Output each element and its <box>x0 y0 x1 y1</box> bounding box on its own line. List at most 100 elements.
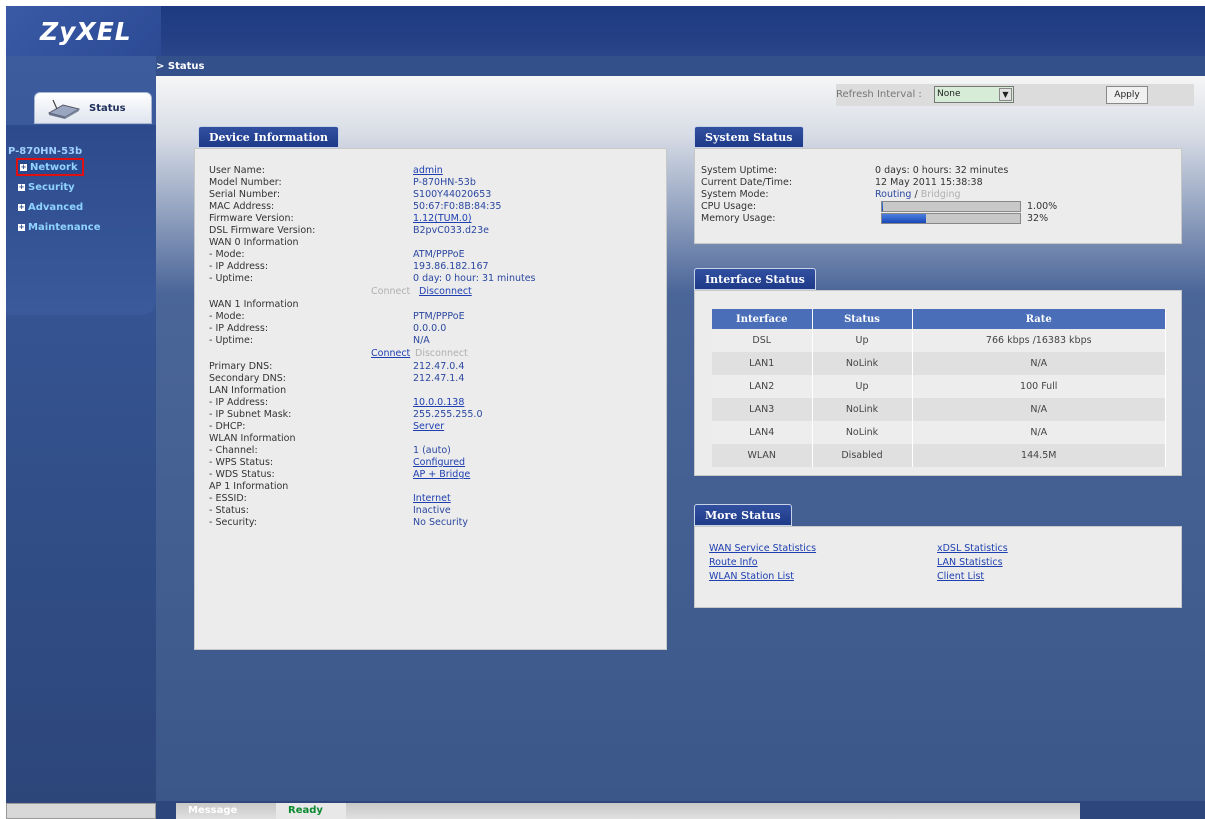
sidebar-item-label: Network <box>30 161 78 173</box>
mode-separator: / <box>911 189 921 200</box>
expand-icon: + <box>18 222 25 231</box>
interface-table: Interface Status Rate DSL Up 766 kbps /163… <box>712 309 1166 467</box>
table-row: LAN1 NoLink N/A <box>712 352 1166 375</box>
device-info-link[interactable]: admin <box>413 165 443 177</box>
datetime-label: Current Date/Time: <box>701 177 793 188</box>
cpu-usage-label: CPU Usage: <box>701 201 757 212</box>
device-info-label: AP 1 Information <box>209 481 289 492</box>
device-info-label: Primary DNS: <box>209 361 273 372</box>
more-status-panel: WAN Service Statistics xDSL Statistics R… <box>694 526 1182 608</box>
logo: ZyXEL <box>6 6 161 56</box>
device-info-link[interactable]: 1.12(TUM.0) <box>413 213 472 225</box>
system-status-panel: System Uptime: 0 days: 0 hours: 32 minut… <box>694 148 1182 244</box>
device-info-label: MAC Address: <box>209 201 275 212</box>
sidebar: Status P-870HN-53b + Network + Security … <box>6 56 156 819</box>
message-tab: Ready <box>276 803 346 819</box>
table-cell: NoLink <box>812 352 913 375</box>
table-cell: Up <box>812 375 913 398</box>
system-mode-value: Routing / Bridging <box>875 189 961 200</box>
device-info-label: - DHCP: <box>209 421 246 432</box>
device-info-value: 212.47.0.4 <box>413 361 465 372</box>
refresh-interval-select[interactable]: None ▼ <box>934 86 1014 103</box>
lan-statistics-link[interactable]: LAN Statistics <box>937 557 1003 568</box>
route-info-link[interactable]: Route Info <box>709 557 758 568</box>
refresh-bar: Refresh Interval : None ▼ Apply <box>836 84 1194 106</box>
router-icon <box>47 99 81 119</box>
table-cell: WLAN <box>712 444 813 467</box>
table-cell: 766 kbps /16383 kbps <box>912 329 1166 352</box>
interface-status-title: Interface Status <box>694 268 816 290</box>
wlan-station-list-link[interactable]: WLAN Station List <box>709 571 794 582</box>
mode-routing: Routing <box>875 189 912 200</box>
device-info-value: 1 (auto) <box>413 445 451 456</box>
memory-usage-bar <box>881 213 1021 224</box>
device-info-label: - WPS Status: <box>209 457 274 468</box>
logo-text: ZyXEL <box>40 17 132 46</box>
message-value: Ready <box>288 805 323 816</box>
system-mode-label: System Mode: <box>701 189 769 200</box>
bottom-bar: Message Ready <box>6 801 1205 819</box>
refresh-interval-label: Refresh Interval : <box>836 89 922 100</box>
table-header-row: Interface Status Rate <box>712 309 1166 329</box>
device-info-label: - IP Address: <box>209 397 269 408</box>
datetime-value: 12 May 2011 15:38:38 <box>875 177 983 188</box>
device-info-label: - IP Subnet Mask: <box>209 409 292 420</box>
device-info-title: Device Information <box>198 126 340 148</box>
device-info-label: - IP Address: <box>209 261 269 272</box>
sidebar-item-network[interactable]: + Network <box>16 158 84 176</box>
device-info-link[interactable]: Internet <box>413 493 451 505</box>
chevron-down-icon[interactable]: ▼ <box>999 88 1012 101</box>
table-cell: N/A <box>912 421 1166 444</box>
wan0-disconnect-button[interactable]: Disconnect <box>419 286 472 298</box>
table-cell: LAN2 <box>712 375 813 398</box>
table-row: LAN4 NoLink N/A <box>712 421 1166 444</box>
table-row: WLAN Disabled 144.5M <box>712 444 1166 467</box>
device-info-label: - WDS Status: <box>209 469 275 480</box>
more-status-title: More Status <box>694 504 792 526</box>
sidebar-item-maintenance[interactable]: + Maintenance <box>18 220 101 234</box>
sidebar-item-security[interactable]: + Security <box>18 180 75 194</box>
sidebar-item-advanced[interactable]: + Advanced <box>18 200 83 214</box>
wan1-connect-button[interactable]: Connect <box>371 348 410 360</box>
device-info-value: Inactive <box>413 505 451 516</box>
table-cell: LAN4 <box>712 421 813 444</box>
device-info-value: P-870HN-53b <box>413 177 476 188</box>
mode-bridging: Bridging <box>920 189 961 200</box>
device-info-panel: User Name: admin Model Number: P-870HN-53b S… <box>194 148 667 650</box>
device-info-value: 255.255.255.0 <box>413 409 483 420</box>
horizontal-scrollbar[interactable] <box>6 803 156 819</box>
device-info-link[interactable]: 10.0.0.138 <box>413 397 464 409</box>
client-list-link[interactable]: Client List <box>937 571 984 582</box>
device-info-label: User Name: <box>209 165 265 176</box>
device-info-link[interactable]: Configured <box>413 457 465 469</box>
table-row: LAN2 Up 100 Full <box>712 375 1166 398</box>
device-info-label: - ESSID: <box>209 493 247 504</box>
system-status-title: System Status <box>694 126 804 148</box>
device-info-link[interactable]: AP + Bridge <box>413 469 470 481</box>
device-info-link[interactable]: Server <box>413 421 444 433</box>
memory-usage-label: Memory Usage: <box>701 213 776 224</box>
device-info-label: - Uptime: <box>209 335 254 346</box>
cpu-usage-value: 1.00% <box>1027 201 1058 212</box>
table-cell: NoLink <box>812 421 913 444</box>
device-info-label: Firmware Version: <box>209 213 294 224</box>
device-info-label: - Channel: <box>209 445 258 456</box>
device-info-value: No Security <box>413 517 468 528</box>
table-cell: NoLink <box>812 398 913 421</box>
sidebar-item-label: Maintenance <box>28 221 101 233</box>
expand-icon: + <box>18 202 25 211</box>
wan-service-statistics-link[interactable]: WAN Service Statistics <box>709 543 816 554</box>
device-info-label: Model Number: <box>209 177 282 188</box>
expand-icon: + <box>18 182 25 191</box>
device-info-label: - IP Address: <box>209 323 269 334</box>
device-info-value: N/A <box>413 335 430 346</box>
column-header: Interface <box>712 309 813 329</box>
apply-button[interactable]: Apply <box>1106 86 1148 104</box>
xdsl-statistics-link[interactable]: xDSL Statistics <box>937 543 1008 554</box>
status-tab[interactable]: Status <box>34 92 152 124</box>
sidebar-item-label: Advanced <box>28 201 84 213</box>
device-info-label: - Uptime: <box>209 273 254 284</box>
device-info-value: PTM/PPPoE <box>413 311 465 322</box>
device-info-label: - Mode: <box>209 311 245 322</box>
device-info-label: WLAN Information <box>209 433 296 444</box>
